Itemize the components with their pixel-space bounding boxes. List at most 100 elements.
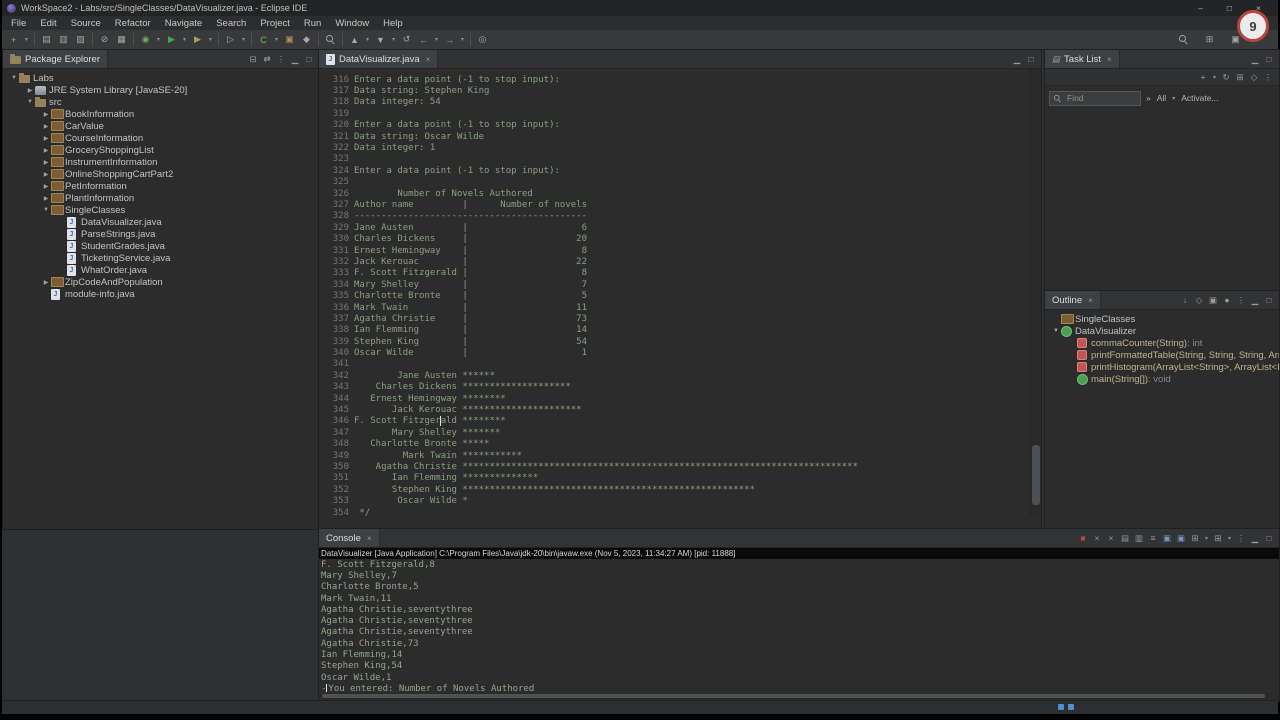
- last-edit-location-icon[interactable]: ↺: [398, 32, 415, 48]
- tree-item[interactable]: commaCounter(String) : int: [1045, 337, 1279, 349]
- tree-item[interactable]: ▶ OnlineShoppingCartPart2: [3, 168, 319, 180]
- scroll-lock-icon[interactable]: ▥: [1132, 531, 1146, 545]
- chevron-right-icon[interactable]: ▶: [41, 279, 51, 286]
- tab-datavisualizer-java[interactable]: J DataVisualizer.java ×: [319, 50, 439, 68]
- outline-tree[interactable]: SingleClasses ▼ DataVisualizer commaCounter…: [1045, 310, 1279, 529]
- chevron-down-icon[interactable]: ▼: [9, 75, 19, 81]
- tree-item[interactable]: ▼ SingleClasses: [3, 204, 319, 216]
- chevron-right-icon[interactable]: ▶: [41, 171, 51, 178]
- tree-item[interactable]: J WhatOrder.java: [3, 264, 319, 276]
- editor-vertical-scrollbar[interactable]: [1030, 69, 1041, 516]
- prev-annotation-dropdown-icon[interactable]: ▾: [363, 32, 372, 48]
- back-dropdown-icon[interactable]: ▾: [432, 32, 441, 48]
- chevron-right-icon[interactable]: ▶: [25, 87, 35, 94]
- tree-item[interactable]: ▶ PlantInformation: [3, 192, 319, 204]
- search-icon[interactable]: [322, 32, 339, 48]
- tab-outline[interactable]: Outline ×: [1045, 291, 1101, 309]
- minimize-icon[interactable]: ▁: [1248, 293, 1262, 307]
- remove-launch-icon[interactable]: ×: [1090, 531, 1104, 545]
- save-icon[interactable]: ▤: [38, 32, 55, 48]
- tree-item[interactable]: ▶ InstrumentInformation: [3, 156, 319, 168]
- close-icon[interactable]: ×: [426, 55, 431, 64]
- coverage-dropdown-icon[interactable]: ▾: [206, 32, 215, 48]
- forward-icon[interactable]: →: [441, 32, 458, 48]
- menu-window[interactable]: Window: [328, 18, 376, 29]
- next-annotation-dropdown-icon[interactable]: ▾: [389, 32, 398, 48]
- view-menu-icon[interactable]: ⋮: [1234, 293, 1248, 307]
- minimize-icon[interactable]: ▁: [1248, 52, 1262, 66]
- hide-fields-icon[interactable]: ◇: [1192, 293, 1206, 307]
- quick-search-icon[interactable]: [1175, 32, 1192, 48]
- word-wrap-icon[interactable]: ≡: [1146, 531, 1160, 545]
- menu-project[interactable]: Project: [253, 18, 297, 29]
- screenshot-icon[interactable]: ◎: [474, 32, 491, 48]
- synchronize-icon[interactable]: ↻: [1219, 70, 1233, 84]
- tree-item[interactable]: ▼ DataVisualizer: [1045, 325, 1279, 337]
- tree-item[interactable]: ▶ PetInformation: [3, 180, 319, 192]
- maximize-icon[interactable]: □: [1262, 52, 1276, 66]
- link-editor-icon[interactable]: ⇄: [260, 52, 274, 66]
- tree-item[interactable]: ▶ BookInformation: [3, 108, 319, 120]
- tree-item[interactable]: SingleClasses: [1045, 313, 1279, 325]
- close-icon[interactable]: ×: [1107, 55, 1112, 64]
- console-output[interactable]: F. Scott Fitzgerald,8 Mary Shelley,7 Charl…: [319, 559, 1279, 692]
- chevron-right-icon[interactable]: ▶: [41, 195, 51, 202]
- close-icon[interactable]: ×: [367, 534, 372, 543]
- save-all-icon[interactable]: ▥: [55, 32, 72, 48]
- chevron-down-icon[interactable]: ▾: [1172, 95, 1175, 102]
- new-task-icon[interactable]: +: [1196, 70, 1210, 84]
- menu-search[interactable]: Search: [209, 18, 253, 29]
- debug-icon[interactable]: ◉: [137, 32, 154, 48]
- external-tools-dropdown-icon[interactable]: ▾: [239, 32, 248, 48]
- clear-console-icon[interactable]: ▤: [1118, 531, 1132, 545]
- tree-item[interactable]: ▼ src: [3, 96, 319, 108]
- open-console-dropdown-icon[interactable]: ▾: [1225, 531, 1234, 545]
- chevron-right-icon[interactable]: ▶: [41, 123, 51, 130]
- display-console-dropdown-icon[interactable]: ▾: [1202, 531, 1211, 545]
- view-menu-icon[interactable]: ⋮: [1261, 70, 1275, 84]
- chevron-down-icon[interactable]: ▼: [41, 207, 51, 213]
- menu-navigate[interactable]: Navigate: [158, 18, 210, 29]
- view-menu-icon[interactable]: ⋮: [1234, 531, 1248, 545]
- chevron-right-icon[interactable]: ▶: [41, 135, 51, 142]
- minimize-window-button[interactable]: –: [1186, 0, 1215, 16]
- activate-button[interactable]: Activate...: [1181, 93, 1218, 103]
- tree-item[interactable]: J ParseStrings.java: [3, 228, 319, 240]
- menu-source[interactable]: Source: [64, 18, 108, 29]
- tree-item[interactable]: printHistogram(ArrayList<String>, ArrayL…: [1045, 361, 1279, 373]
- find-input[interactable]: [1065, 92, 1137, 104]
- new-class-dropdown-icon[interactable]: ▾: [272, 32, 281, 48]
- open-perspective-icon[interactable]: ⊞: [1201, 32, 1218, 48]
- maximize-icon[interactable]: □: [1024, 52, 1038, 66]
- new-package-icon[interactable]: ▣: [281, 32, 298, 48]
- chevron-right-icon[interactable]: ▶: [41, 183, 51, 190]
- filter-icon[interactable]: ◇: [1247, 70, 1261, 84]
- menu-file[interactable]: File: [4, 18, 33, 29]
- restore-window-button[interactable]: □: [1215, 0, 1244, 16]
- tree-item[interactable]: ▶ JRE System Library [JavaSE-20]: [3, 84, 319, 96]
- show-stdout-icon[interactable]: ▣: [1160, 531, 1174, 545]
- show-stderr-icon[interactable]: ▣: [1174, 531, 1188, 545]
- back-icon[interactable]: ←: [415, 32, 432, 48]
- coverage-icon[interactable]: ▶: [189, 32, 206, 48]
- run-dropdown-icon[interactable]: ▾: [180, 32, 189, 48]
- tree-item[interactable]: main(String[]) : void: [1045, 373, 1279, 385]
- hide-non-public-icon[interactable]: ●: [1220, 293, 1234, 307]
- console-horizontal-scrollbar[interactable]: [321, 693, 1271, 700]
- minimize-icon[interactable]: ▁: [288, 52, 302, 66]
- tree-item[interactable]: ▶ CarValue: [3, 120, 319, 132]
- view-menu-icon[interactable]: ⋮: [274, 52, 288, 66]
- scrollbar-thumb[interactable]: [1032, 445, 1040, 505]
- menu-edit[interactable]: Edit: [33, 18, 63, 29]
- console-view-icon[interactable]: ▦: [113, 32, 130, 48]
- menu-refactor[interactable]: Refactor: [108, 18, 158, 29]
- menu-help[interactable]: Help: [376, 18, 410, 29]
- filter-all-button[interactable]: All: [1157, 93, 1166, 103]
- minimize-icon[interactable]: ▁: [1010, 52, 1024, 66]
- menu-run[interactable]: Run: [297, 18, 328, 29]
- tree-item[interactable]: J DataVisualizer.java: [3, 216, 319, 228]
- open-console-icon[interactable]: ⊞: [1211, 531, 1225, 545]
- new-task-dropdown-icon[interactable]: ▾: [1210, 70, 1219, 84]
- new-jar-icon[interactable]: ◆: [298, 32, 315, 48]
- tree-item[interactable]: J TicketingService.java: [3, 252, 319, 264]
